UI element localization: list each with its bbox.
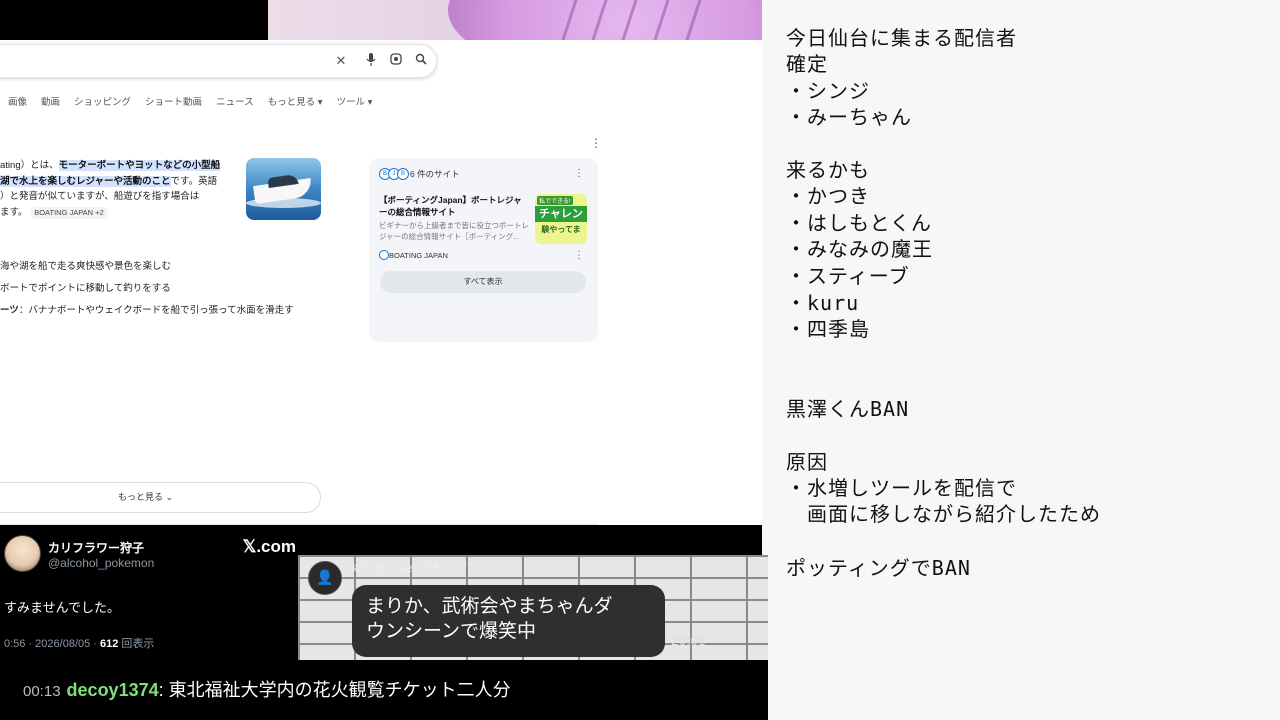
sources-card: B J B 6 件のサイト ⋮ 【ボーティングJapan】ボートレジャーの総合情… — [369, 158, 598, 342]
tweet-meta: 0:56 · 2026/08/05 · 612 回表示 — [4, 635, 154, 651]
tweet-card[interactable]: カリフラワー狩子 @alcohol_pokemon 𝕏.com すみませんでした… — [0, 525, 314, 660]
comment-bubble: まりか、武術会やまちゃんダ ウンシーンで爆笑中 — [352, 585, 665, 657]
comment-text: まりか、武術会やまちゃんダ — [366, 595, 613, 617]
show-more-label: もっと見る — [117, 492, 163, 502]
user-icon: 👤 — [308, 561, 342, 595]
tab-more[interactable]: もっと見る ▾ — [268, 94, 323, 108]
snippet-text: ating）とは、 — [0, 160, 59, 171]
chat-username: decoy1374 — [66, 680, 159, 700]
list-item: 海や湖を船で走る爽快感や景色を楽しむ — [0, 258, 171, 272]
site-logo-icon: B — [397, 168, 409, 180]
note-line: ・みなみの魔王 — [786, 237, 933, 261]
comment-text: ウンシーンで爆笑中 — [366, 620, 537, 642]
source-thumbnail[interactable]: 私でできる! チャレン 験やってま — [535, 194, 587, 244]
source-more-icon[interactable]: ⋮ — [574, 250, 584, 261]
tweet-view-label: 回表示 — [118, 638, 155, 650]
note-line: ・スティーブ — [786, 264, 910, 288]
comment-username: めだか ver.ポセイドン — [350, 561, 481, 575]
comment-time: 20:01 — [671, 634, 706, 648]
notes-panel: 今日仙台に集まる配信者 確定 ・シンジ ・みーちゃん 来るかも ・かつき ・はし… — [762, 0, 1280, 720]
lens-icon[interactable] — [388, 53, 404, 68]
search-input[interactable]: ✕ — [0, 44, 437, 78]
note-line: ・かつき — [786, 184, 870, 208]
snippet-highlight: モーターボートやヨットなどの小型船 — [58, 160, 221, 171]
chat-bar: 00:13 decoy1374: 東北福祉大学内の花火観覧チケット二人分 — [0, 660, 768, 720]
list-item: ーツ：バナナボートやウェイクボードを船で引っ張って水面を滑走す — [0, 302, 294, 316]
thumb-tag: 私でできる! — [537, 196, 573, 205]
chat-text: : 東北福祉大学内の花火観覧チケット二人分 — [158, 680, 511, 700]
tab-news[interactable]: ニュース — [216, 94, 254, 108]
tab-shopping[interactable]: ショッピング — [74, 94, 131, 108]
bullet-text: ボートでポイントに移動して釣りをする — [0, 283, 171, 294]
anime-art-strip — [268, 0, 762, 40]
list-item: ボートでポイントに移動して釣りをする — [0, 280, 171, 294]
note-line: ポッティングでBAN — [786, 556, 971, 580]
tweet-author-name: カリフラワー狩子 — [48, 541, 145, 555]
tweet-timestamp: 0:56 · 2026/08/05 · — [4, 638, 101, 650]
tab-images[interactable]: 画像 — [8, 94, 27, 108]
clear-icon[interactable]: ✕ — [333, 53, 349, 69]
boat-thumbnail[interactable] — [246, 158, 321, 220]
source-description: ビギナーから上級者まで皆に役立つボートレジャーの総合情報サイト［ボーティング..… — [379, 221, 529, 241]
note-line: 原因 — [786, 450, 828, 474]
thumb-sub: 験やってま — [541, 225, 581, 234]
note-line: ・四季島 — [786, 317, 870, 341]
note-line: ・はしもとくん — [786, 211, 932, 235]
note-line: 来るかも — [786, 158, 870, 182]
note-line: 今日仙台に集まる配信者 — [786, 26, 1017, 50]
google-search-panel: ✕ 画像 動画 ショッピング ショート動画 ニュース もっと見る ▾ ツール ▾… — [0, 40, 762, 525]
tab-short-videos[interactable]: ショート動画 — [145, 94, 202, 108]
search-icon[interactable] — [413, 53, 429, 68]
note-line: ・みーちゃん — [786, 105, 912, 129]
search-tabs: 画像 動画 ショッピング ショート動画 ニュース もっと見る ▾ ツール ▾ — [8, 94, 372, 108]
source-site-name: BOATING JAPAN — [389, 250, 448, 260]
tab-videos[interactable]: 動画 — [41, 94, 60, 108]
source-chip[interactable]: BOATING JAPAN +2 — [30, 206, 108, 219]
note-line: 黒澤くんBAN — [786, 397, 910, 421]
site-logo-icon — [379, 250, 389, 260]
chat-time: 00:13 — [23, 683, 61, 700]
card-more-icon[interactable]: ⋮ — [574, 168, 584, 179]
snippet-text: ます。 — [0, 206, 28, 218]
note-line: ・kuru — [786, 291, 860, 315]
bullet-bold: ーツ — [0, 305, 19, 316]
tab-tools[interactable]: ツール ▾ — [337, 94, 373, 108]
top-left-black-bar — [0, 0, 268, 40]
tweet-body: すみませんでした。 — [4, 600, 120, 615]
bullet-text: 海や湖を船で走る爽快感や景色を楽しむ — [0, 261, 172, 272]
thumb-main: チャレン — [535, 206, 587, 222]
note-line: ・シンジ — [786, 79, 870, 103]
site-logos: B J B — [379, 168, 409, 180]
show-all-button[interactable]: すべて表示 — [380, 271, 586, 293]
overview-more-icon[interactable]: ⋮ — [590, 136, 602, 150]
note-line: ・水増しツールを配信で — [786, 476, 1017, 500]
stream-screen: ✕ 画像 動画 ショッピング ショート動画 ニュース もっと見る ▾ ツール ▾… — [0, 0, 1280, 720]
source-site[interactable]: BOATING JAPAN — [379, 250, 448, 260]
show-more-button[interactable]: もっと見る ⌄ — [0, 482, 321, 513]
avatar — [4, 535, 41, 572]
source-title-link[interactable]: 【ボーティングJapan】ボートレジャーの総合情報サイト — [379, 194, 529, 218]
sources-count: 6 件のサイト — [410, 169, 460, 179]
bullet-text: ：バナナボートやウェイクボードを船で引っ張って水面を滑走す — [18, 305, 294, 316]
microphone-icon[interactable] — [363, 53, 379, 69]
chevron-down-icon: ⌄ — [165, 492, 174, 502]
note-line: 確定 — [786, 52, 828, 76]
x-logo: 𝕏.com — [242, 537, 296, 556]
chat-message: 00:13 decoy1374: 東北福祉大学内の花火観覧チケット二人分 — [23, 676, 511, 702]
note-line: 画面に移しながら紹介したため — [786, 502, 1101, 526]
sources-header: B J B 6 件のサイト — [379, 168, 460, 180]
tweet-view-count: 612 — [100, 638, 119, 650]
snippet-text: です。英語 — [170, 175, 218, 187]
snippet-highlight: 湖で水上を楽しむレジャーや活動のこと — [0, 175, 171, 187]
ai-overview-snippet: ating）とは、モーターボートやヨットなどの小型船 湖で水上を楽しむレジャーや… — [0, 158, 238, 220]
snippet-text: ）と発音が似ていますが、船遊びを指す場合は — [0, 191, 200, 202]
tweet-author-handle: @alcohol_pokemon — [48, 556, 155, 570]
